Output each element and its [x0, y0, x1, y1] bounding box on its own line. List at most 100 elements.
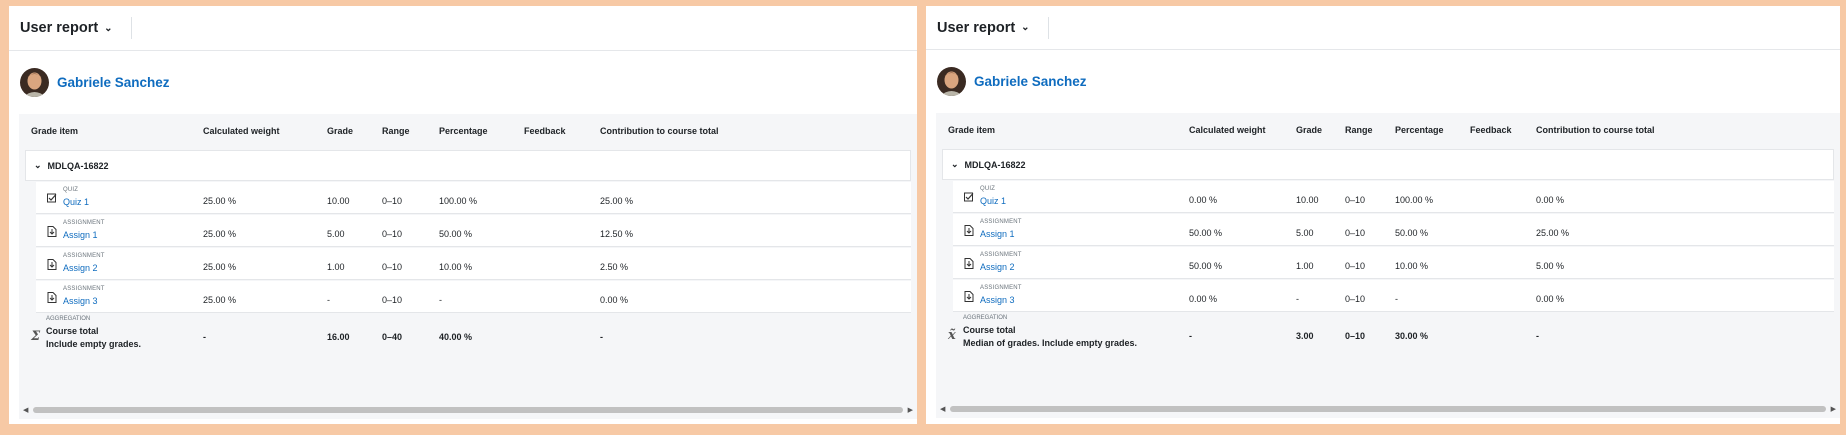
item-percentage: 10.00 %	[439, 262, 473, 272]
item-type: ASSIGNMENT	[980, 219, 1022, 225]
header-contribution[interactable]: Contribution to course total	[600, 126, 719, 136]
item-percentage: 100.00 %	[1395, 195, 1434, 205]
header-percentage[interactable]: Percentage	[1395, 125, 1444, 135]
avatar[interactable]	[937, 66, 966, 96]
grade-item-row: ASSIGNMENT Assign 2 50.00 % 1.00 0–10 10…	[953, 247, 1834, 279]
user-name-link[interactable]: Gabriele Sanchez	[974, 74, 1087, 89]
item-range: 0–10	[1345, 228, 1366, 238]
sum-icon: Σ	[31, 329, 41, 344]
item-grade: 10.00	[327, 196, 350, 206]
chevron-down-icon[interactable]: ⌄	[951, 159, 959, 170]
category-name: MDLQA-16822	[47, 160, 109, 171]
item-range: 0–10	[382, 196, 403, 206]
item-weight: 25.00 %	[203, 196, 237, 206]
item-type: ASSIGNMENT	[63, 253, 105, 259]
scroll-thumb[interactable]	[33, 407, 903, 413]
scroll-left-icon[interactable]: ◀	[23, 406, 28, 414]
item-type: ASSIGNMENT	[980, 252, 1022, 258]
item-contribution: 25.00 %	[600, 196, 634, 206]
item-link[interactable]: Assign 3	[63, 296, 98, 306]
header-feedback[interactable]: Feedback	[1470, 125, 1512, 135]
scroll-right-icon[interactable]: ▶	[1831, 405, 1836, 413]
scroll-right-icon[interactable]: ▶	[908, 406, 913, 414]
median-icon: x̃	[948, 328, 956, 343]
assignment-icon	[47, 226, 57, 237]
grade-item-row: ASSIGNMENT Assign 1 50.00 % 5.00 0–10 50…	[953, 214, 1834, 246]
item-percentage: 50.00 %	[1395, 228, 1429, 238]
item-type: QUIZ	[980, 186, 996, 192]
category-row[interactable]: ⌄ MDLQA-16822	[942, 149, 1834, 180]
item-range: 0–10	[382, 262, 403, 272]
item-contribution: 0.00 %	[600, 295, 629, 305]
item-link[interactable]: Assign 2	[980, 262, 1015, 272]
item-weight: 50.00 %	[1189, 261, 1223, 271]
user-name-link[interactable]: Gabriele Sanchez	[57, 75, 170, 90]
header-feedback[interactable]: Feedback	[524, 126, 566, 136]
assignment-icon	[964, 291, 974, 302]
item-percentage: 50.00 %	[439, 229, 473, 239]
item-grade: 5.00	[1296, 228, 1314, 238]
item-grade: 1.00	[1296, 261, 1314, 271]
item-link[interactable]: Assign 1	[63, 230, 98, 240]
avatar[interactable]	[20, 67, 49, 97]
item-contribution: 5.00 %	[1536, 261, 1565, 271]
item-grade: -	[1296, 294, 1299, 304]
grade-table: Grade item Calculated weight Grade Range…	[19, 114, 917, 419]
chevron-down-icon: ⌄	[1021, 22, 1030, 33]
chevron-down-icon: ⌄	[104, 22, 113, 34]
horizontal-scrollbar[interactable]: ◀ ▶	[23, 406, 913, 414]
item-percentage: -	[439, 295, 442, 305]
total-range: 0–10	[1345, 331, 1366, 341]
item-link[interactable]: Assign 1	[980, 229, 1015, 239]
item-range: 0–10	[1345, 195, 1366, 205]
item-range: 0–10	[382, 295, 403, 305]
grade-item-row: ASSIGNMENT Assign 3 25.00 % - 0–10 - 0.0…	[36, 281, 911, 313]
item-contribution: 0.00 %	[1536, 195, 1565, 205]
horizontal-scrollbar[interactable]: ◀ ▶	[940, 405, 1836, 413]
header-grade[interactable]: Grade	[1296, 125, 1322, 135]
assignment-icon	[964, 225, 974, 236]
course-total-row: Σ AGGREGATION Course total Include empty…	[25, 314, 911, 358]
header-contribution[interactable]: Contribution to course total	[1536, 125, 1655, 135]
header-grade[interactable]: Grade	[327, 126, 353, 136]
category-row[interactable]: ⌄ MDLQA-16822	[25, 150, 911, 181]
quiz-icon	[964, 192, 974, 202]
item-type: QUIZ	[63, 187, 79, 193]
scroll-thumb[interactable]	[950, 406, 1826, 412]
header-calculated-weight[interactable]: Calculated weight	[203, 126, 280, 136]
item-percentage: 100.00 %	[439, 196, 478, 206]
header-grade-item[interactable]: Grade item	[948, 125, 995, 135]
item-grade: 5.00	[327, 229, 345, 239]
item-type: ASSIGNMENT	[63, 286, 105, 292]
scroll-left-icon[interactable]: ◀	[940, 405, 945, 413]
total-type: AGGREGATION	[963, 315, 1008, 321]
item-link[interactable]: Assign 3	[980, 295, 1015, 305]
report-selector[interactable]: User report ⌄	[937, 16, 1049, 39]
total-percentage: 40.00 %	[439, 332, 473, 342]
header-calculated-weight[interactable]: Calculated weight	[1189, 125, 1266, 135]
total-percentage: 30.00 %	[1395, 331, 1429, 341]
header-range[interactable]: Range	[382, 126, 410, 136]
grade-table: Grade item Calculated weight Grade Range…	[936, 113, 1840, 418]
item-link[interactable]: Quiz 1	[980, 196, 1006, 206]
item-range: 0–10	[1345, 261, 1366, 271]
report-toolbar: User report ⌄	[926, 6, 1840, 50]
header-range[interactable]: Range	[1345, 125, 1373, 135]
assignment-icon	[964, 258, 974, 269]
report-selector[interactable]: User report ⌄	[20, 17, 132, 39]
item-grade: 1.00	[327, 262, 345, 272]
total-name: Course total	[46, 326, 99, 336]
item-link[interactable]: Assign 2	[63, 263, 98, 273]
item-contribution: 12.50 %	[600, 229, 634, 239]
chevron-down-icon[interactable]: ⌄	[34, 160, 42, 171]
course-total-row: x̃ AGGREGATION Course total Median of gr…	[942, 313, 1834, 357]
total-description: Include empty grades.	[46, 339, 142, 349]
grade-item-row: ASSIGNMENT Assign 1 25.00 % 5.00 0–10 50…	[36, 215, 911, 247]
header-grade-item[interactable]: Grade item	[31, 126, 78, 136]
total-range: 0–40	[382, 332, 403, 342]
header-percentage[interactable]: Percentage	[439, 126, 488, 136]
item-contribution: 25.00 %	[1536, 228, 1570, 238]
grade-table-header: Grade item Calculated weight Grade Range…	[936, 113, 1840, 145]
item-link[interactable]: Quiz 1	[63, 197, 89, 207]
user-report-panel-right: User report ⌄ Gabriele Sanchez Grade ite…	[926, 6, 1840, 424]
